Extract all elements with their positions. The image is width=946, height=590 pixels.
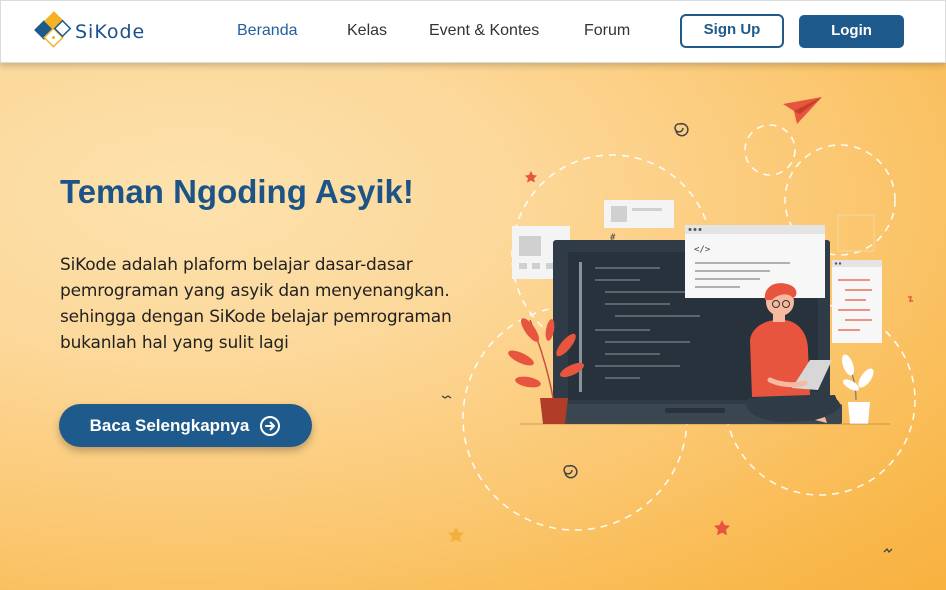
code-tag-text: </> [694, 245, 711, 255]
brand-name-part1: Si [75, 21, 95, 43]
hero-description-line: SiKode adalah plaform belajar dasar-dasa… [60, 255, 413, 275]
nav-item-forum[interactable]: Forum [584, 22, 630, 40]
hero-title: Teman Ngoding Asyik! [60, 173, 414, 210]
floating-window [832, 260, 882, 343]
login-button[interactable]: Login [799, 15, 904, 48]
plant [841, 354, 874, 424]
hero-description-line: bukanlah hal yang sulit lagi [60, 333, 289, 353]
hero-description: SiKode adalah plaform belajar dasar-dasa… [60, 252, 480, 356]
logo[interactable]: SiKode [29, 11, 145, 53]
brand-name: SiKode [75, 21, 145, 43]
code-window: </> [685, 225, 825, 298]
paper-plane-icon [783, 97, 822, 124]
nav-item-kelas[interactable]: Kelas [347, 22, 387, 40]
logo-diamond-icon [29, 11, 75, 53]
read-more-label: Baca Selengkapnya [89, 415, 250, 435]
star-icon [448, 527, 464, 543]
hero-description-line: pemrograman yang asyik dan menyenangkan. [60, 281, 450, 301]
navbar: SiKode Beranda Kelas Event & Kontes Foru… [0, 0, 946, 63]
read-more-button[interactable]: Baca Selengkapnya [59, 404, 312, 447]
hero-illustration: # </> [441, 97, 916, 554]
nav-item-beranda[interactable]: Beranda [237, 22, 298, 40]
arrow-right-circle-icon [260, 415, 281, 436]
nav-item-event-kontes[interactable]: Event & Kontes [429, 22, 539, 40]
star-icon [714, 520, 730, 536]
hero-description-line: sehingga dengan SiKode belajar pemrogram… [60, 307, 452, 327]
star-icon [525, 171, 537, 183]
brand-name-part2: Kode [94, 21, 146, 43]
floating-window: # [604, 200, 674, 243]
signup-button[interactable]: Sign Up [680, 14, 784, 48]
